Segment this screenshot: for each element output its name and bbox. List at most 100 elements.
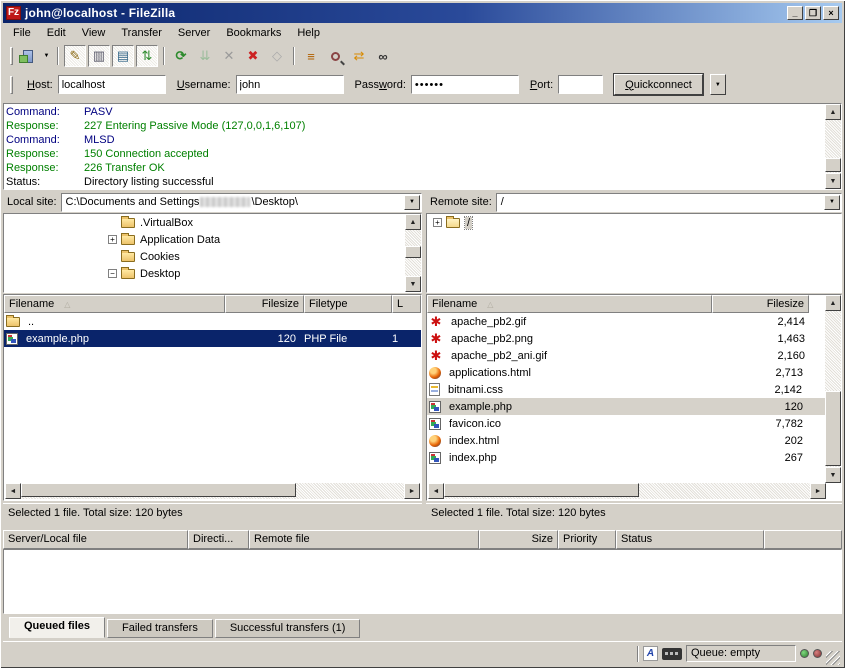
username-input[interactable] <box>236 75 344 94</box>
directory-filters-button[interactable]: ≡ <box>300 45 322 67</box>
quickbar-grip[interactable] <box>10 76 13 94</box>
scroll-down-icon[interactable]: ▼ <box>825 173 841 189</box>
toggle-local-tree-button[interactable]: ▥ <box>88 45 110 67</box>
column-header-lastmodified[interactable]: L <box>392 295 421 313</box>
toggle-message-log-button[interactable]: ✎ <box>64 45 86 67</box>
transfer-type-indicator-icon[interactable]: A <box>643 646 658 661</box>
scroll-down-icon[interactable]: ▼ <box>825 467 841 483</box>
scroll-up-icon[interactable]: ▲ <box>825 295 841 311</box>
tab-successful-transfers[interactable]: Successful transfers (1) <box>215 619 361 638</box>
column-header-remote-file[interactable]: Remote file <box>249 530 479 549</box>
column-header-filesize[interactable]: Filesize <box>712 295 809 313</box>
reconnect-button[interactable]: ◇ <box>266 45 288 67</box>
expand-plus-icon[interactable]: + <box>433 218 442 227</box>
tree-item-desktop[interactable]: −Desktop <box>4 265 421 282</box>
folder-icon <box>121 252 135 262</box>
local-row-parent-dir[interactable]: .. <box>4 313 421 330</box>
encryption-indicator-icon[interactable] <box>662 648 682 660</box>
remote-row-selected[interactable]: example.php120 <box>427 398 841 415</box>
toolbar-grip[interactable] <box>10 47 13 65</box>
remote-row[interactable]: index.html202 <box>427 432 841 449</box>
cancel-operation-button[interactable]: ✕ <box>218 45 240 67</box>
site-manager-dropdown[interactable]: ▼ <box>40 46 53 66</box>
quickconnect-dropdown[interactable]: ▼ <box>710 74 726 95</box>
minimize-button[interactable]: _ <box>787 6 803 20</box>
tree-item-root[interactable]: +/ <box>427 214 841 231</box>
column-header-size[interactable]: Size <box>479 530 558 549</box>
directory-comparison-button[interactable] <box>324 45 346 67</box>
local-tree-scrollbar[interactable]: ▲ ▼ <box>405 214 421 292</box>
toggle-transfer-queue-button[interactable]: ⇅ <box>136 45 158 67</box>
scroll-up-icon[interactable]: ▲ <box>825 104 841 120</box>
remote-vscrollbar[interactable]: ▲ ▼ <box>825 295 841 483</box>
local-tree-scrollbar-thumb[interactable] <box>405 246 421 258</box>
local-site-combo-dropdown[interactable]: ▼ <box>404 195 420 210</box>
activity-led-green <box>800 649 809 658</box>
column-header-priority[interactable]: Priority <box>558 530 616 549</box>
php-file-icon <box>6 333 18 345</box>
filezilla-app-icon[interactable]: Fz <box>6 6 21 20</box>
local-hscrollbar-thumb[interactable] <box>21 483 296 497</box>
refresh-button[interactable]: ⟳ <box>170 45 192 67</box>
remote-hscrollbar[interactable]: ◄ ► <box>428 483 826 499</box>
remote-site-combo[interactable]: / ▼ <box>496 193 842 212</box>
remote-hscrollbar-thumb[interactable] <box>444 483 639 497</box>
tab-queued-files[interactable]: Queued files <box>9 617 105 638</box>
local-hscrollbar[interactable]: ◄ ► <box>5 483 420 499</box>
scroll-right-icon[interactable]: ► <box>810 483 826 499</box>
password-input[interactable] <box>411 75 519 94</box>
remote-row[interactable]: ✱apache_pb2.png1,463 <box>427 330 841 347</box>
scroll-down-icon[interactable]: ▼ <box>405 276 421 292</box>
tree-item-application-data[interactable]: +Application Data <box>4 231 421 248</box>
quickconnect-button[interactable]: Quickconnect <box>614 74 703 95</box>
find-files-button[interactable]: ∞ <box>372 45 394 67</box>
menu-help[interactable]: Help <box>289 25 328 41</box>
log-scrollbar-thumb[interactable] <box>825 158 841 172</box>
process-queue-button[interactable]: ⇊ <box>194 45 216 67</box>
scroll-left-icon[interactable]: ◄ <box>428 483 444 499</box>
collapse-minus-icon[interactable]: − <box>108 269 117 278</box>
column-header-direction[interactable]: Directi... <box>188 530 249 549</box>
port-input[interactable] <box>558 75 603 94</box>
column-header-filename[interactable]: Filename△ <box>427 295 712 313</box>
maximize-button[interactable]: ❐ <box>805 6 821 20</box>
remote-vscrollbar-thumb[interactable] <box>825 391 841 466</box>
resize-grip[interactable] <box>826 651 840 665</box>
remote-row[interactable]: ✱apache_pb2.gif2,414 <box>427 313 841 330</box>
column-header-filename[interactable]: Filename△ <box>4 295 225 313</box>
log-scrollbar[interactable]: ▲ ▼ <box>825 104 841 189</box>
menu-bookmarks[interactable]: Bookmarks <box>218 25 289 41</box>
host-input[interactable] <box>58 75 166 94</box>
remote-row[interactable]: ✱apache_pb2_ani.gif2,160 <box>427 347 841 364</box>
local-row-example-php[interactable]: example.php 120 PHP File 1 <box>4 330 421 347</box>
column-header-status[interactable]: Status <box>616 530 764 549</box>
close-button[interactable]: × <box>823 6 839 20</box>
remote-row[interactable]: favicon.ico7,782 <box>427 415 841 432</box>
tree-item-cookies[interactable]: Cookies <box>4 248 421 265</box>
title-bar[interactable]: Fz john@localhost - FileZilla _ ❐ × <box>3 3 842 23</box>
menu-transfer[interactable]: Transfer <box>113 25 170 41</box>
scroll-up-icon[interactable]: ▲ <box>405 214 421 230</box>
site-manager-button[interactable] <box>17 45 39 67</box>
scroll-left-icon[interactable]: ◄ <box>5 483 21 499</box>
remote-row[interactable]: applications.html2,713 <box>427 364 841 381</box>
expand-plus-icon[interactable]: + <box>108 235 117 244</box>
menu-file[interactable]: File <box>5 25 39 41</box>
local-site-combo[interactable]: C:\Documents and Settings\Desktop\ ▼ <box>61 193 422 212</box>
remote-row[interactable]: index.php267 <box>427 449 841 466</box>
menu-edit[interactable]: Edit <box>39 25 74 41</box>
queue-list[interactable] <box>3 549 842 614</box>
column-header-filesize[interactable]: Filesize <box>225 295 304 313</box>
menu-server[interactable]: Server <box>170 25 218 41</box>
remote-site-combo-dropdown[interactable]: ▼ <box>824 195 840 210</box>
column-header-filetype[interactable]: Filetype <box>304 295 392 313</box>
remote-row[interactable]: bitnami.css2,142 <box>427 381 841 398</box>
column-header-server-local-file[interactable]: Server/Local file <box>3 530 188 549</box>
toggle-remote-tree-button[interactable]: ▤ <box>112 45 134 67</box>
synchronized-browsing-button[interactable]: ⇄ <box>348 45 370 67</box>
menu-view[interactable]: View <box>74 25 114 41</box>
tab-failed-transfers[interactable]: Failed transfers <box>107 619 213 638</box>
scroll-right-icon[interactable]: ► <box>404 483 420 499</box>
tree-item-virtualbox[interactable]: .VirtualBox <box>4 214 421 231</box>
disconnect-button[interactable]: ✖ <box>242 45 264 67</box>
